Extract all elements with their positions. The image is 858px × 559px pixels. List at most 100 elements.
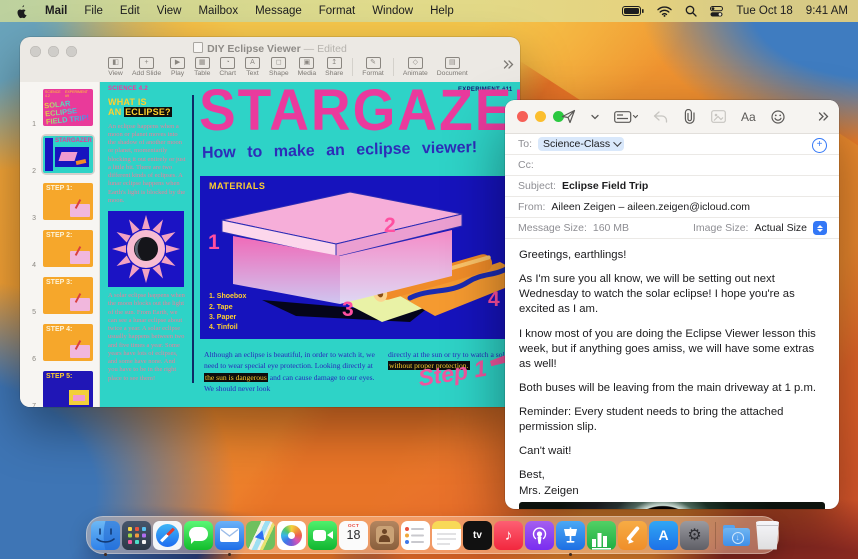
dock-icon-trash[interactable]: [755, 520, 780, 550]
wifi-icon[interactable]: [657, 5, 673, 17]
toolbar-divider: [392, 58, 394, 76]
add-recipient-button[interactable]: +: [812, 137, 827, 153]
toolbar-table-button[interactable]: ▦ Table: [194, 57, 210, 77]
dock-icon-downloads[interactable]: ↓: [722, 521, 751, 550]
format-icon: ✎: [365, 57, 381, 69]
reply-icon[interactable]: [653, 110, 668, 123]
body-signature: Best,: [519, 469, 545, 482]
toolbar-chart-button[interactable]: ◔ Chart: [219, 57, 236, 77]
dock-icon-safari[interactable]: [153, 520, 182, 550]
dock-icon-pages[interactable]: [618, 520, 647, 550]
format-aa-icon[interactable]: Aa: [741, 110, 756, 124]
chevron-down-icon: [613, 138, 622, 147]
dock-icon-system-settings[interactable]: ⚙: [680, 520, 709, 550]
spotlight-search-icon[interactable]: [685, 5, 697, 17]
dock-icon-numbers[interactable]: [587, 520, 616, 550]
mail-toolbar: Aa: [505, 100, 839, 134]
slide-thumbnail-7[interactable]: STEP 5:: [43, 371, 93, 407]
minimize-button[interactable]: [535, 111, 546, 122]
dock: OCT 18 tv ♪ A ⚙ ↓: [86, 516, 780, 556]
control-center-icon[interactable]: [710, 5, 724, 17]
text-icon: A: [244, 57, 260, 69]
slide-navigator: 1 SCIENCE 4.2 EXPERIMENT #9 SOLAR ECLIPSE…: [20, 82, 100, 407]
slide-thumbnail-5[interactable]: STEP 3:: [43, 277, 93, 314]
dock-icon-launchpad[interactable]: [122, 520, 151, 550]
menu-item-format[interactable]: Format: [319, 5, 355, 17]
attach-icon[interactable]: [683, 109, 696, 124]
dock-icon-podcasts[interactable]: [525, 520, 554, 550]
menu-item-help[interactable]: Help: [430, 5, 454, 17]
menu-item-file[interactable]: File: [84, 5, 103, 17]
more-chevrons-icon[interactable]: [818, 112, 829, 121]
cc-field[interactable]: Cc:: [505, 155, 839, 176]
toolbar-media-button[interactable]: ▣ Media: [298, 57, 316, 77]
toolbar-add-slide-button[interactable]: + Add Slide: [132, 57, 161, 77]
toolbar-animate-button[interactable]: ◇ Animate: [403, 57, 428, 77]
slide-divider-line: [192, 95, 194, 383]
slide-thumbnail-3[interactable]: STEP 1:: [43, 183, 93, 220]
send-icon[interactable]: [561, 109, 576, 124]
toolbar-overflow-chevron-icon[interactable]: [503, 60, 514, 69]
toolbar-share-button[interactable]: ↥ Share: [325, 57, 343, 77]
toolbar-view-button[interactable]: ◧ View: [108, 57, 123, 77]
materials-list: 1. Shoebox 2. Tape 3. Paper 4. Tinfoil: [209, 293, 247, 331]
menu-item-window[interactable]: Window: [372, 5, 413, 17]
message-body[interactable]: Greetings, earthlings! As I'm sure you a…: [505, 239, 839, 499]
battery-icon[interactable]: [622, 6, 644, 16]
dock-icon-music[interactable]: ♪: [494, 520, 523, 550]
dock-icon-photos[interactable]: [277, 520, 306, 550]
dock-icon-notes[interactable]: [432, 520, 461, 550]
to-recipient-token[interactable]: Science-Class: [538, 136, 625, 152]
dock-icon-reminders[interactable]: [401, 520, 430, 550]
close-button[interactable]: [517, 111, 528, 122]
toolbar-text-button[interactable]: A Text: [244, 57, 260, 77]
to-field[interactable]: To: Science-Class +: [505, 134, 839, 155]
menu-item-mail[interactable]: Mail: [45, 5, 67, 17]
dock-icon-maps[interactable]: [246, 520, 275, 550]
dock-icon-app-store[interactable]: A: [649, 520, 678, 550]
dock-icon-keynote[interactable]: [556, 520, 585, 550]
slide-canvas[interactable]: SCIENCE 4.2 EXPERIMENT #11 WHAT IS AN EC…: [100, 82, 520, 407]
slide-number: 6: [32, 356, 36, 363]
slide-thumbnail-2[interactable]: STARGAZER: [43, 136, 93, 173]
body-signature: Mrs. Zeigen: [519, 484, 579, 497]
slide-thumbnail-4[interactable]: STEP 2:: [43, 230, 93, 267]
dock-icon-finder[interactable]: [91, 520, 120, 550]
apple-menu-icon[interactable]: [15, 4, 28, 19]
toolbar-play-button[interactable]: ▶ Play: [170, 57, 186, 77]
subject-field[interactable]: Subject: Eclipse Field Trip: [505, 176, 839, 197]
keynote-window: DIY Eclipse Viewer — Edited ◧ View + Add S…: [20, 37, 520, 407]
subject-value: Eclipse Field Trip: [561, 180, 649, 192]
menu-item-view[interactable]: View: [157, 5, 182, 17]
insert-photo-icon[interactable]: [711, 110, 726, 123]
chevron-down-icon[interactable]: [591, 114, 599, 120]
slide-tag-science: SCIENCE 4.2: [108, 86, 148, 92]
slide-thumbnail-6[interactable]: STEP 4:: [43, 324, 93, 361]
menu-bar-time[interactable]: 9:41 AM: [806, 5, 848, 17]
slide-number: 4: [32, 262, 36, 269]
menu-item-mailbox[interactable]: Mailbox: [198, 5, 238, 17]
slide-thumbnail-1[interactable]: SCIENCE 4.2 EXPERIMENT #9 SOLAR ECLIPSE F…: [43, 89, 93, 126]
dock-icon-contacts[interactable]: [370, 520, 399, 550]
toolbar-shape-button[interactable]: ◻ Shape: [269, 57, 289, 77]
menu-bar-date[interactable]: Tue Oct 18: [736, 5, 792, 17]
from-field[interactable]: From: Aileen Zeigen – aileen.zeigen@iclo…: [505, 197, 839, 218]
eclipse-photo-attachment[interactable]: [519, 501, 825, 509]
dock-icon-calendar[interactable]: OCT 18: [339, 520, 368, 550]
menu-item-message[interactable]: Message: [255, 5, 302, 17]
dock-icon-apple-tv[interactable]: tv: [463, 520, 492, 550]
view-icon: ◧: [108, 57, 123, 69]
toolbar-format-button[interactable]: ✎ Format: [362, 57, 384, 77]
menu-item-edit[interactable]: Edit: [120, 5, 140, 17]
dock-icon-facetime[interactable]: [308, 520, 337, 550]
play-icon: ▶: [170, 57, 186, 69]
emoji-icon[interactable]: [771, 109, 785, 124]
size-row: Message Size: 160 MB Image Size: Actual …: [505, 218, 839, 239]
dock-icon-messages[interactable]: [184, 520, 213, 550]
body-paragraph: Both buses will be leaving from the main…: [519, 381, 816, 394]
header-fields-icon[interactable]: [614, 110, 638, 123]
image-size-stepper[interactable]: [813, 221, 827, 235]
document-panel-icon: ▤: [444, 57, 460, 69]
toolbar-document-button[interactable]: ▤ Document: [437, 57, 468, 77]
dock-icon-mail[interactable]: [215, 520, 244, 550]
